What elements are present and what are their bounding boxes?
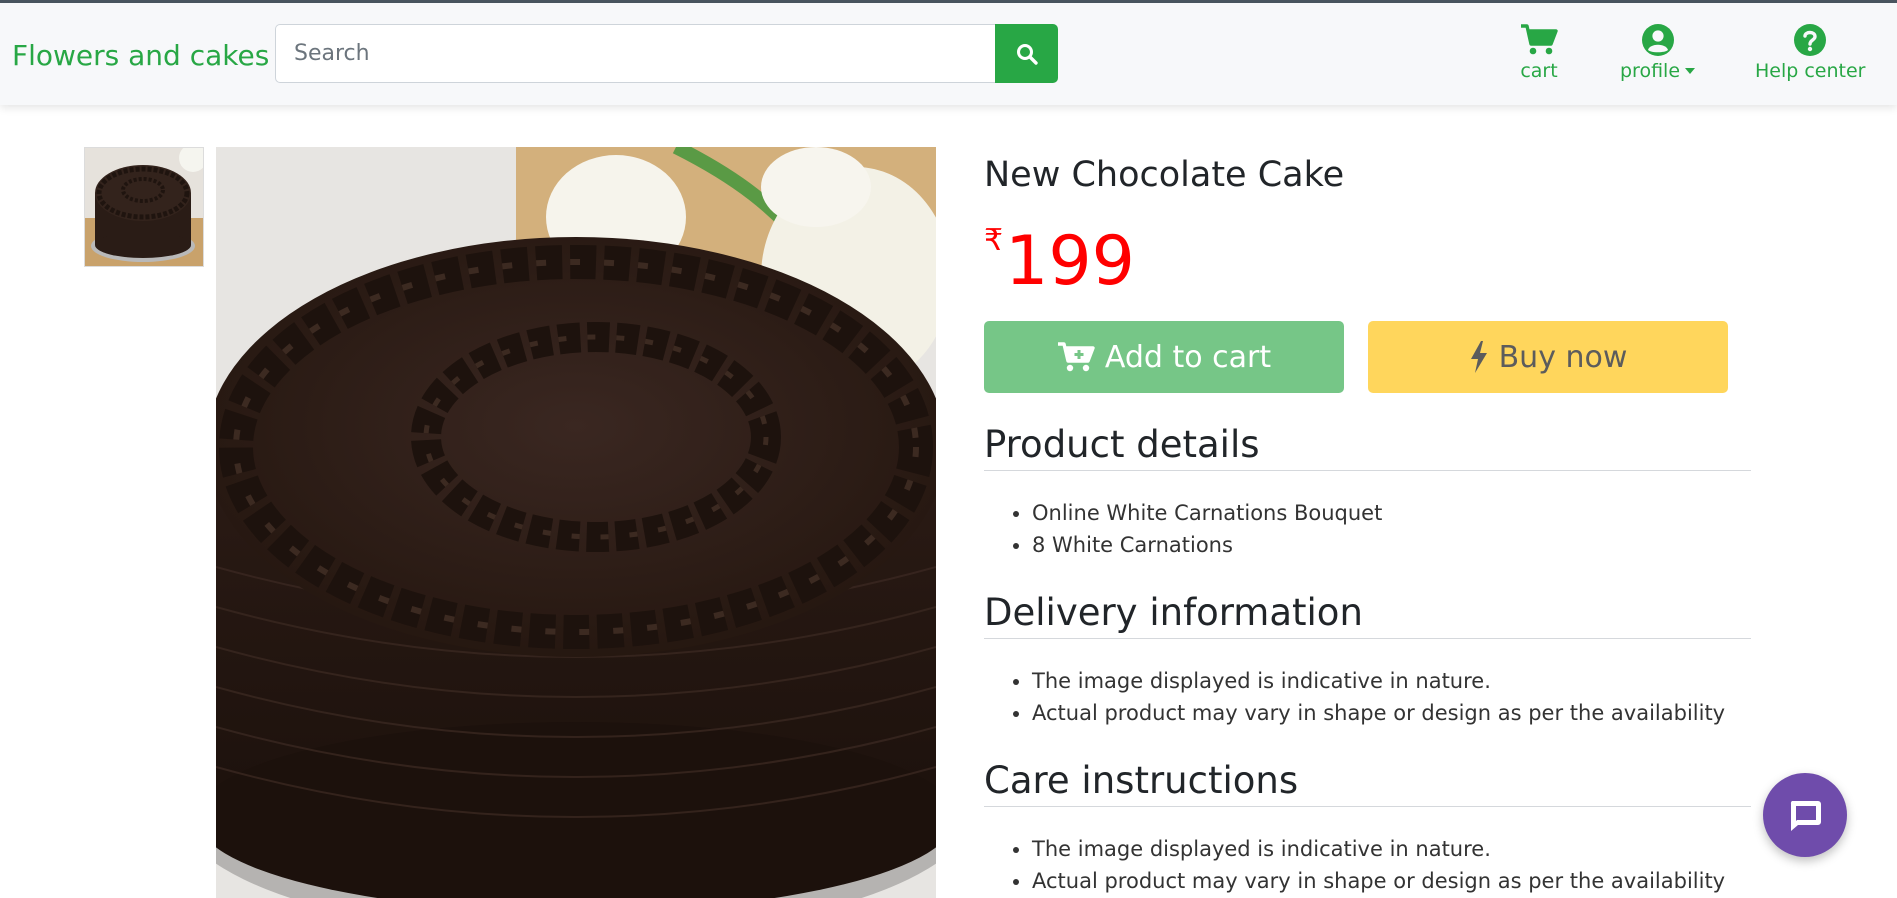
currency-symbol: ₹ [984, 223, 1004, 258]
add-to-cart-button[interactable]: Add to cart [984, 321, 1344, 393]
list-item: Actual product may vary in shape or desi… [1032, 865, 1725, 897]
delivery-information-list: The image displayed is indicative in nat… [984, 665, 1725, 729]
navbar: Flowers and cakes cart profile Help [0, 3, 1897, 105]
chat-icon [1790, 801, 1821, 831]
bolt-icon [1470, 341, 1487, 373]
chocolate-cake-image [216, 147, 936, 898]
chevron-down-icon [1685, 68, 1696, 74]
product-title: New Chocolate Cake [984, 155, 1345, 195]
search-icon [1016, 43, 1038, 65]
cart-plus-icon [1057, 342, 1095, 372]
list-item: The image displayed is indicative in nat… [1032, 833, 1725, 865]
care-instructions-heading: Care instructions [984, 759, 1751, 807]
chat-button[interactable] [1763, 773, 1847, 857]
search-input[interactable] [275, 24, 996, 83]
nav-help-label: Help center [1755, 60, 1866, 82]
thumbnail-image [85, 148, 203, 266]
product-thumbnail[interactable] [84, 147, 204, 267]
list-item: The image displayed is indicative in nat… [1032, 665, 1725, 697]
nav-profile-label: profile [1620, 60, 1681, 82]
care-instructions-list: The image displayed is indicative in nat… [984, 833, 1725, 897]
buy-now-button[interactable]: Buy now [1368, 321, 1728, 393]
nav-help-center[interactable]: Help center [1755, 23, 1865, 82]
question-circle-icon [1794, 24, 1827, 56]
buy-now-label: Buy now [1498, 339, 1628, 375]
search-button[interactable] [995, 24, 1058, 83]
product-price: ₹199 [984, 222, 1135, 301]
price-value: 199 [1005, 222, 1135, 301]
list-item: 8 White Carnations [1032, 529, 1382, 561]
product-details-heading: Product details [984, 423, 1751, 471]
list-item: Online White Carnations Bouquet [1032, 497, 1382, 529]
cart-icon [1521, 24, 1558, 55]
nav-cart-label: cart [1520, 60, 1558, 82]
list-item: Actual product may vary in shape or desi… [1032, 697, 1725, 729]
brand-logo[interactable]: Flowers and cakes [12, 39, 269, 72]
nav-cart[interactable]: cart [1520, 23, 1558, 82]
user-circle-icon [1641, 24, 1674, 56]
product-details-list: Online White Carnations Bouquet 8 White … [984, 497, 1382, 561]
add-to-cart-label: Add to cart [1104, 339, 1272, 375]
nav-profile[interactable]: profile [1620, 23, 1696, 82]
product-main-image [216, 147, 936, 898]
delivery-information-heading: Delivery information [984, 591, 1751, 639]
